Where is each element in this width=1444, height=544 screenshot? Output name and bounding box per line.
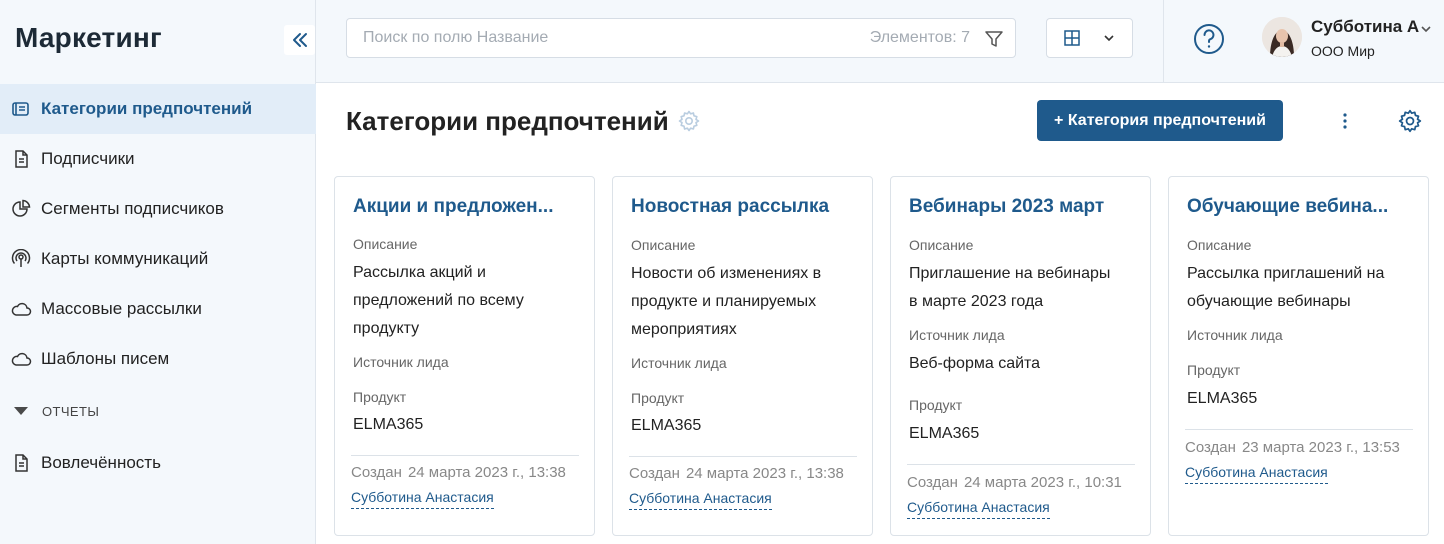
document-icon xyxy=(10,148,32,170)
divider xyxy=(351,455,579,456)
pie-chart-icon xyxy=(10,198,32,220)
created-info: Создан 24 марта 2023 г., 13:38 xyxy=(629,465,844,482)
created-info: Создан 23 марта 2023 г., 13:53 xyxy=(1185,439,1400,456)
field-label: Продукт xyxy=(1187,362,1241,378)
card-description: Рассылка приглашений на обучающие вебина… xyxy=(1187,265,1385,310)
broadcast-icon xyxy=(10,248,32,270)
divider xyxy=(629,456,857,457)
collapse-sidebar-button[interactable] xyxy=(284,25,315,55)
sidebar-group-label: ОТЧЕТЫ xyxy=(42,403,100,419)
author-link[interactable]: Субботина Анастасия xyxy=(351,489,494,509)
sidebar-item-label: Вовлечённость xyxy=(41,453,161,472)
topbar-divider xyxy=(1163,0,1164,83)
filter-icon[interactable] xyxy=(983,28,1005,55)
topbar: Элементов: 7 Субботина А ООО Мир xyxy=(316,0,1444,83)
card-product: ELMA365 xyxy=(1187,390,1258,407)
created-label: Создан xyxy=(907,474,958,491)
app-title: Маркетинг xyxy=(15,22,162,53)
category-card[interactable]: Новостная рассылка Описание Новости об и… xyxy=(612,176,873,536)
cloud-icon xyxy=(10,348,32,370)
chevron-down-icon xyxy=(1103,34,1115,42)
sidebar-item-label: Категории предпочтений xyxy=(41,99,253,118)
created-info: Создан 24 марта 2023 г., 10:31 xyxy=(907,474,1122,491)
field-label: Источник лида xyxy=(631,355,727,371)
field-label: Источник лида xyxy=(353,354,449,370)
created-date: 23 марта 2023 г., 13:53 xyxy=(1241,439,1400,456)
sidebar-item-mass-mailings[interactable]: Массовые рассылки xyxy=(0,284,316,334)
sidebar-item-categories[interactable]: Категории предпочтений xyxy=(0,84,316,134)
field-label: Описание xyxy=(353,236,418,252)
card-title[interactable]: Обучающие вебина... xyxy=(1187,196,1417,218)
created-date: 24 марта 2023 г., 13:38 xyxy=(407,464,566,481)
sidebar-item-label: Массовые рассылки xyxy=(41,299,202,318)
field-label: Описание xyxy=(909,237,974,253)
grid-view-icon xyxy=(1063,29,1081,47)
sidebar-item-label: Подписчики xyxy=(41,149,135,168)
view-mode-select[interactable] xyxy=(1046,18,1133,58)
sidebar-item-label: Сегменты подписчиков xyxy=(41,199,224,218)
elements-count: Элементов: 7 xyxy=(869,29,970,46)
settings-icon[interactable] xyxy=(1397,108,1423,139)
card-description: Рассылка акций и предложений по всему пр… xyxy=(353,264,524,337)
card-product: ELMA365 xyxy=(909,425,980,442)
created-label: Создан xyxy=(1185,439,1236,456)
sidebar-nav: Категории предпочтений Подписчики Сегмен… xyxy=(0,84,316,488)
author-link[interactable]: Субботина Анастасия xyxy=(629,490,772,510)
search-input[interactable] xyxy=(347,19,847,57)
sidebar-item-segments[interactable]: Сегменты подписчиков xyxy=(0,184,316,234)
card-lead-source: Веб-форма сайта xyxy=(909,355,1041,372)
field-label: Продукт xyxy=(631,390,685,406)
category-card[interactable]: Акции и предложен... Описание Рассылка а… xyxy=(334,176,595,536)
sidebar-group-reports[interactable]: ОТЧЕТЫ xyxy=(0,384,316,438)
cloud-icon xyxy=(10,298,32,320)
author-link[interactable]: Субботина Анастасия xyxy=(1185,464,1328,484)
field-label: Источник лида xyxy=(1187,327,1283,343)
divider xyxy=(907,464,1135,465)
field-label: Описание xyxy=(631,237,696,253)
card-title[interactable]: Акции и предложен... xyxy=(353,196,583,218)
search-box: Элементов: 7 xyxy=(346,18,1016,58)
sidebar-item-label: Карты коммуникаций xyxy=(41,249,209,268)
caret-down-icon xyxy=(14,407,28,415)
user-organization: ООО Мир xyxy=(1311,43,1375,59)
created-date: 24 марта 2023 г., 10:31 xyxy=(963,474,1122,491)
page-title: Категории предпочтений xyxy=(346,106,669,136)
help-button[interactable] xyxy=(1193,23,1225,60)
sidebar: Маркетинг Категории предпочтений Подписч… xyxy=(0,0,316,544)
categories-icon xyxy=(10,98,32,120)
created-info: Создан 24 марта 2023 г., 13:38 xyxy=(351,464,566,481)
double-chevron-left-icon xyxy=(292,33,307,47)
help-icon xyxy=(1194,24,1224,54)
field-label: Описание xyxy=(1187,237,1252,253)
card-description: Новости об изменениях в продукте и плани… xyxy=(631,265,822,338)
document-icon xyxy=(10,452,32,474)
created-label: Создан xyxy=(351,464,402,481)
category-card[interactable]: Обучающие вебина... Описание Рассылка пр… xyxy=(1168,176,1429,536)
divider xyxy=(1185,429,1413,430)
card-product: ELMA365 xyxy=(353,416,424,433)
sidebar-item-email-templates[interactable]: Шаблоны писем xyxy=(0,334,316,384)
sidebar-item-label: Шаблоны писем xyxy=(41,349,170,368)
field-label: Продукт xyxy=(909,397,963,413)
chevron-down-icon[interactable] xyxy=(1420,20,1432,38)
gear-icon[interactable] xyxy=(677,109,701,138)
field-label: Продукт xyxy=(353,389,407,405)
sidebar-item-engagement[interactable]: Вовлечённость xyxy=(0,438,316,488)
card-title[interactable]: Новостная рассылка xyxy=(631,196,861,218)
field-label: Источник лида xyxy=(909,327,1005,343)
category-card[interactable]: Вебинары 2023 март Описание Приглашение … xyxy=(890,176,1151,536)
sidebar-item-subscribers[interactable]: Подписчики xyxy=(0,134,316,184)
card-title[interactable]: Вебинары 2023 март xyxy=(909,196,1139,218)
author-link[interactable]: Субботина Анастасия xyxy=(907,499,1050,519)
add-category-button[interactable]: + Категория предпочтений xyxy=(1037,100,1283,141)
created-date: 24 марта 2023 г., 13:38 xyxy=(685,465,844,482)
more-options-icon[interactable] xyxy=(1335,110,1355,137)
user-name[interactable]: Субботина А xyxy=(1311,17,1419,37)
card-description: Приглашение на вебинары в марте 2023 год… xyxy=(909,265,1111,310)
sidebar-item-communication-maps[interactable]: Карты коммуникаций xyxy=(0,234,316,284)
created-label: Создан xyxy=(629,465,680,482)
card-product: ELMA365 xyxy=(631,417,702,434)
avatar[interactable] xyxy=(1262,17,1302,57)
